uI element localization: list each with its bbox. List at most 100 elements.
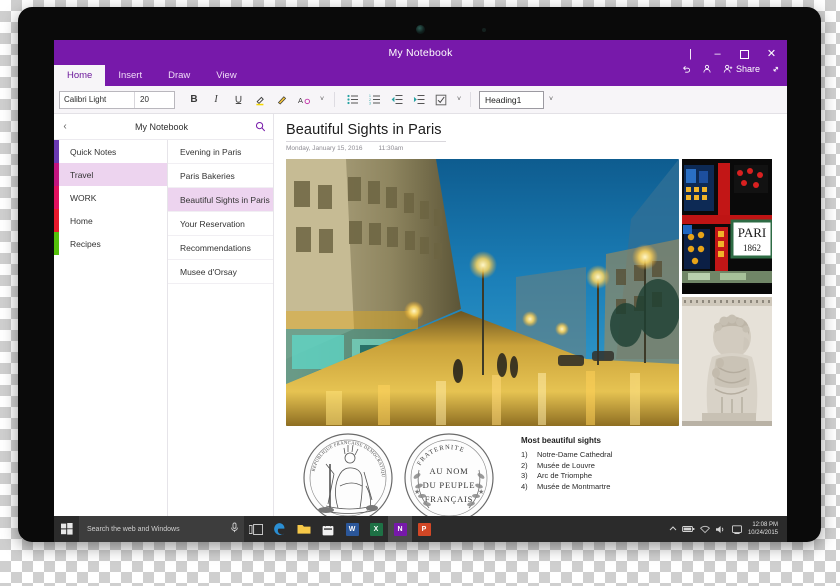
page-item-musee-dorsay[interactable]: Musee d'Orsay bbox=[168, 260, 273, 284]
style-chevron-icon[interactable]: ˅ bbox=[544, 91, 558, 109]
list-label: Notre-Dame Cathedral bbox=[537, 450, 612, 461]
page-metadata: Monday, January 15, 2016 11:30am bbox=[286, 145, 787, 152]
section-item-work[interactable]: WORK bbox=[54, 186, 167, 209]
stained-glass-photo[interactable]: PARI 1862 bbox=[682, 159, 772, 294]
restore-button[interactable] bbox=[731, 45, 758, 63]
list-number: 4) bbox=[521, 482, 537, 493]
bold-button[interactable]: B bbox=[183, 89, 205, 110]
section-label: Recipes bbox=[70, 239, 101, 249]
search-input[interactable]: Search the web and Windows bbox=[79, 516, 244, 542]
onenote-tile: N bbox=[394, 523, 407, 536]
more-button[interactable]: | bbox=[677, 45, 704, 63]
file-explorer-icon[interactable] bbox=[292, 516, 316, 542]
section-color-strip bbox=[54, 140, 59, 163]
section-item-quick-notes[interactable]: Quick Notes bbox=[54, 140, 167, 163]
bullet-list-icon[interactable] bbox=[342, 89, 364, 110]
battery-icon[interactable] bbox=[681, 525, 697, 533]
undo-button[interactable] bbox=[681, 64, 691, 74]
back-chevron-icon[interactable]: ‹ bbox=[54, 121, 76, 132]
navigation-pane: ‹ My Notebook Quick Notes bbox=[54, 114, 274, 542]
page-item-paris-bakeries[interactable]: Paris Bakeries bbox=[168, 164, 273, 188]
task-view-icon[interactable] bbox=[244, 516, 268, 542]
show-hidden-icons-button[interactable] bbox=[665, 525, 681, 533]
style-select[interactable]: Heading1 bbox=[479, 91, 544, 109]
font-overflow-chevron[interactable]: ˅ bbox=[315, 91, 329, 109]
font-name-input[interactable]: Calibri Light bbox=[60, 92, 134, 108]
app-body: ‹ My Notebook Quick Notes bbox=[54, 114, 787, 542]
italic-button[interactable]: I bbox=[205, 89, 227, 110]
section-item-recipes[interactable]: Recipes bbox=[54, 232, 167, 255]
excel-tile: X bbox=[370, 523, 383, 536]
page-title[interactable]: Beautiful Sights in Paris bbox=[286, 122, 787, 138]
minimize-button[interactable]: – bbox=[704, 45, 731, 63]
underline-button[interactable] bbox=[227, 89, 249, 110]
coin-text-2: DU PEUPLE bbox=[423, 480, 476, 490]
font-size-input[interactable]: 20 bbox=[134, 92, 174, 108]
glass-sign-line1: PARI bbox=[738, 225, 766, 240]
tab-home[interactable]: Home bbox=[54, 65, 105, 86]
svg-text:★: ★ bbox=[414, 488, 420, 496]
microphone-icon[interactable] bbox=[230, 520, 239, 538]
network-icon[interactable] bbox=[697, 525, 713, 534]
list-label: Arc de Triomphe bbox=[537, 471, 592, 482]
search-icon[interactable] bbox=[247, 121, 273, 132]
onenote-icon[interactable]: N bbox=[388, 516, 412, 542]
windows-start-icon[interactable] bbox=[54, 516, 79, 542]
checkbox-icon[interactable] bbox=[430, 89, 452, 110]
tab-view[interactable]: View bbox=[203, 65, 249, 86]
list-number: 2) bbox=[521, 461, 537, 472]
section-item-home[interactable]: Home bbox=[54, 209, 167, 232]
excel-icon[interactable]: X bbox=[364, 516, 388, 542]
edge-icon[interactable] bbox=[268, 516, 292, 542]
tab-draw[interactable]: Draw bbox=[155, 65, 203, 86]
share-button[interactable]: Share bbox=[723, 64, 760, 74]
sights-list: 1) Notre-Dame Cathedral 2) Musée de Louv… bbox=[521, 450, 787, 492]
section-label: Travel bbox=[70, 170, 93, 180]
text-effects-icon[interactable]: A bbox=[293, 89, 315, 110]
page-item-evening-in-paris[interactable]: Evening in Paris bbox=[168, 140, 273, 164]
list-item[interactable]: 4) Musée de Montmartre bbox=[521, 482, 787, 493]
increase-indent-icon[interactable] bbox=[408, 89, 430, 110]
page-item-beautiful-sights-in-paris[interactable]: Beautiful Sights in Paris bbox=[168, 188, 273, 212]
toolbar-divider bbox=[334, 92, 335, 107]
action-center-icon[interactable] bbox=[729, 525, 745, 534]
tab-insert[interactable]: Insert bbox=[105, 65, 155, 86]
title-underline bbox=[286, 141, 446, 142]
highlighter-icon[interactable] bbox=[249, 89, 271, 110]
taskbar-clock[interactable]: 12:08 PM 10/24/2015 bbox=[745, 521, 783, 538]
account-icon[interactable] bbox=[702, 64, 712, 74]
powerpoint-icon[interactable]: P bbox=[412, 516, 436, 542]
tablet-screen: My Notebook | – ✕ bbox=[54, 40, 787, 542]
powerpoint-tile: P bbox=[418, 523, 431, 536]
paris-street-photo[interactable] bbox=[286, 159, 679, 426]
character-format-group: B I A ˅ bbox=[183, 89, 329, 110]
share-label: Share bbox=[736, 64, 760, 74]
french-coins-image[interactable]: REPUBLIQUE FRANCAISE DEMOCRATIQUE ET FRA… bbox=[286, 430, 511, 520]
marble-relief-photo[interactable] bbox=[682, 297, 772, 426]
list-item[interactable]: 3) Arc de Triomphe bbox=[521, 471, 787, 482]
navigation-columns: Quick Notes Travel WORK bbox=[54, 140, 273, 518]
decrease-indent-icon[interactable] bbox=[386, 89, 408, 110]
expand-ribbon-button[interactable] bbox=[771, 64, 781, 74]
close-button[interactable]: ✕ bbox=[758, 45, 785, 63]
list-item[interactable]: 1) Notre-Dame Cathedral bbox=[521, 450, 787, 461]
svg-text:★: ★ bbox=[478, 488, 484, 496]
word-icon[interactable]: W bbox=[340, 516, 364, 542]
list-number: 1) bbox=[521, 450, 537, 461]
list-label: Musée de Montmartre bbox=[537, 482, 610, 493]
note-canvas[interactable]: Beautiful Sights in Paris Monday, Januar… bbox=[274, 114, 787, 542]
tablet-device-frame: My Notebook | – ✕ bbox=[18, 7, 821, 542]
paragraph-overflow-chevron[interactable]: ˅ bbox=[452, 91, 466, 109]
section-item-travel[interactable]: Travel bbox=[54, 163, 167, 186]
volume-icon[interactable] bbox=[713, 525, 729, 534]
font-controls: Calibri Light 20 bbox=[59, 91, 175, 109]
store-icon[interactable] bbox=[316, 516, 340, 542]
section-label: Quick Notes bbox=[70, 147, 116, 157]
numbered-list-icon[interactable]: 123 bbox=[364, 89, 386, 110]
page-item-your-reservation[interactable]: Your Reservation bbox=[168, 212, 273, 236]
page-item-recommendations[interactable]: Recommendations bbox=[168, 236, 273, 260]
format-painter-icon[interactable] bbox=[271, 89, 293, 110]
list-item[interactable]: 2) Musée de Louvre bbox=[521, 461, 787, 472]
svg-text:A: A bbox=[298, 95, 303, 104]
media-row: PARI 1862 bbox=[286, 159, 787, 426]
